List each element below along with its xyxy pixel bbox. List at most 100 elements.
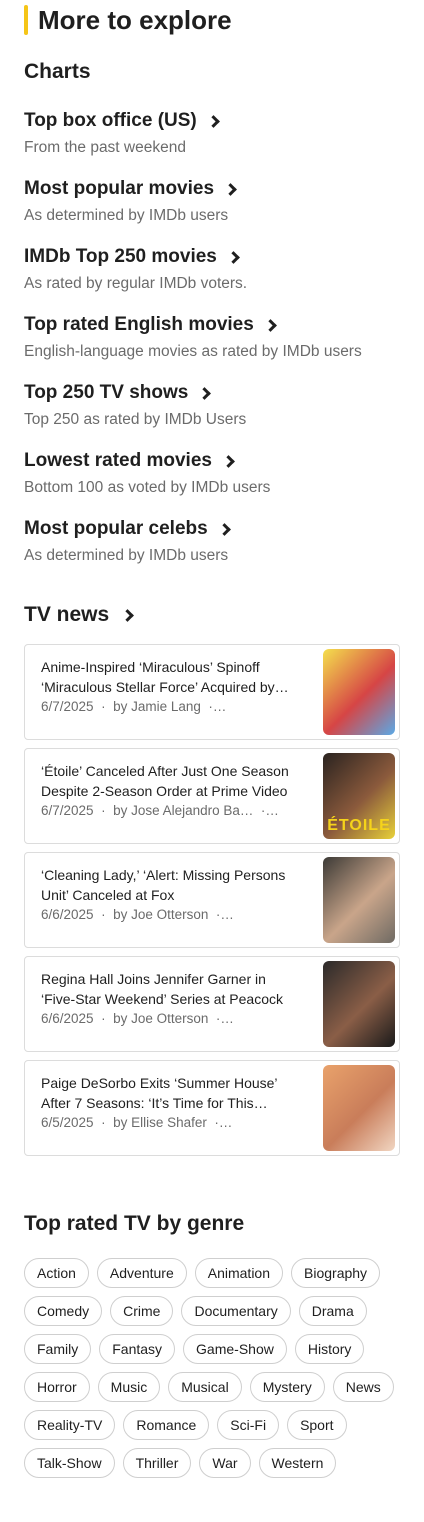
genre-chip[interactable]: Romance (123, 1410, 210, 1440)
genre-chip[interactable]: Animation (194, 1258, 284, 1288)
genre-chips: Action Adventure Animation Biography Comedy C… (24, 1258, 404, 1478)
chart-link[interactable]: Top 250 TV shows (24, 380, 404, 406)
chart-item: IMDb Top 250 movies As rated by regular I… (24, 244, 404, 312)
dot-separator: ·… (253, 803, 279, 818)
genre-heading: Top rated TV by genre (24, 1212, 245, 1235)
chart-item: Top rated English movies English-language… (24, 312, 404, 380)
chart-subtitle: English-language movies as rated by IMDb… (24, 343, 362, 360)
chart-item: Lowest rated movies Bottom 100 as voted b… (24, 448, 404, 516)
genre-chip[interactable]: War (199, 1448, 251, 1478)
genre-chip[interactable]: Reality-TV (24, 1410, 116, 1440)
genre-chip[interactable]: Talk-Show (24, 1448, 115, 1478)
news-card[interactable]: Paige DeSorbo Exits ‘Summer House’ After… (24, 1060, 400, 1156)
genre-chip[interactable]: Musical (168, 1372, 242, 1402)
genre-chip[interactable]: Action (24, 1258, 89, 1288)
dot-separator: ·… (206, 1115, 233, 1130)
genre-chip[interactable]: Documentary (181, 1296, 291, 1326)
news-text: Paige DeSorbo Exits ‘Summer House’ After… (41, 1073, 303, 1130)
chevron-right-icon (206, 114, 220, 128)
genre-chip[interactable]: Sport (287, 1410, 347, 1440)
chart-link[interactable]: Lowest rated movies (24, 448, 404, 474)
chart-title: IMDb Top 250 movies (24, 246, 217, 267)
news-date: 6/7/2025 (41, 699, 94, 714)
news-thumbnail (323, 961, 395, 1047)
chart-title: Lowest rated movies (24, 450, 212, 471)
dot-separator: · (93, 907, 114, 922)
genre-chip[interactable]: Music (97, 1372, 161, 1402)
chevron-right-icon (263, 318, 277, 332)
tv-news-heading: TV news (24, 603, 110, 626)
chevron-right-icon (224, 182, 237, 196)
genre-chip[interactable]: Game-Show (183, 1334, 287, 1364)
news-card[interactable]: Anime-Inspired ‘Miraculous’ Spinoff ‘Mir… (24, 644, 400, 740)
news-card[interactable]: Regina Hall Joins Jennifer Garner in ‘Fi… (24, 956, 400, 1052)
genre-chip[interactable]: Biography (291, 1258, 381, 1288)
news-headline: Paige DeSorbo Exits ‘Summer House’ After… (41, 1075, 278, 1111)
chart-subtitle: Top 250 as rated by IMDb Users (24, 411, 247, 428)
genre-chip[interactable]: Sci-Fi (217, 1410, 280, 1440)
genre-chip[interactable]: Comedy (24, 1296, 103, 1326)
news-author: by Joe Otterson (113, 907, 209, 922)
news-author: by Jamie Lang (113, 699, 201, 714)
chart-link[interactable]: Top box office (US) (24, 108, 404, 134)
tv-news-list: Anime-Inspired ‘Miraculous’ Spinoff ‘Mir… (24, 644, 400, 1164)
dot-separator: · (93, 699, 114, 714)
chart-item: Top box office (US) From the past weekend (24, 108, 404, 176)
news-thumbnail (323, 649, 395, 735)
genre-chip[interactable]: Western (258, 1448, 337, 1478)
genre-chip[interactable]: Crime (110, 1296, 174, 1326)
genre-chip[interactable]: Family (24, 1334, 92, 1364)
news-date: 6/6/2025 (41, 1011, 94, 1026)
genre-chip[interactable]: Mystery (249, 1372, 325, 1402)
news-author: by Joe Otterson (113, 1011, 209, 1026)
chevron-right-icon (226, 250, 240, 264)
news-headline: ‘Cleaning Lady,’ ‘Alert: Missing Persons… (41, 867, 286, 903)
genre-chip[interactable]: News (332, 1372, 394, 1402)
news-meta: 6/5/2025 · by Ellise Shafer ·… (41, 1115, 303, 1130)
chevron-right-icon (217, 522, 231, 536)
chart-link[interactable]: Most popular movies (24, 176, 404, 202)
chart-item: Top 250 TV shows Top 250 as rated by IMDb… (24, 380, 404, 448)
dot-separator: ·… (200, 699, 227, 714)
chart-title: Top rated English movies (24, 314, 254, 335)
dot-separator: ·… (208, 907, 234, 922)
news-thumbnail (323, 1065, 395, 1151)
news-thumbnail (323, 857, 395, 943)
genre-chip[interactable]: History (294, 1334, 365, 1364)
section-title: More to explore (38, 4, 232, 35)
chart-title: Most popular movies (24, 178, 215, 199)
news-card[interactable]: ‘Cleaning Lady,’ ‘Alert: Missing Persons… (24, 852, 400, 948)
genre-chip[interactable]: Drama (298, 1296, 367, 1326)
chart-subtitle: From the past weekend (24, 139, 186, 156)
news-meta: 6/7/2025 · by Jamie Lang ·… (41, 699, 303, 714)
news-headline: Regina Hall Joins Jennifer Garner in ‘Fi… (41, 971, 283, 1007)
chart-link[interactable]: Top rated English movies (24, 312, 404, 338)
news-text: ‘Cleaning Lady,’ ‘Alert: Missing Persons… (41, 865, 303, 922)
news-thumbnail: ÉTOILE (323, 753, 395, 839)
genre-chip[interactable]: Thriller (122, 1448, 192, 1478)
chart-title: Top 250 TV shows (24, 382, 189, 403)
dot-separator: ·… (208, 1011, 234, 1026)
charts-heading: Charts (24, 60, 91, 83)
chart-subtitle: As rated by regular IMDb voters. (24, 275, 248, 292)
dot-separator: · (93, 803, 114, 818)
tv-news-link[interactable]: TV news (24, 601, 135, 629)
thumbnail-title-text: ÉTOILE (327, 817, 391, 834)
more-to-explore-header: More to explore (24, 4, 232, 36)
genre-chip[interactable]: Adventure (96, 1258, 187, 1288)
genre-chip[interactable]: Fantasy (99, 1334, 176, 1364)
news-text: Anime-Inspired ‘Miraculous’ Spinoff ‘Mir… (41, 657, 303, 714)
chart-link[interactable]: Most popular celebs (24, 516, 404, 542)
news-card[interactable]: ‘Étoile’ Canceled After Just One Season … (24, 748, 400, 844)
news-headline: Anime-Inspired ‘Miraculous’ Spinoff ‘Mir… (41, 659, 289, 695)
chart-subtitle: As determined by IMDb users (24, 207, 229, 224)
news-author: by Ellise Shafer (113, 1115, 207, 1130)
news-meta: 6/6/2025 · by Joe Otterson ·… (41, 907, 303, 922)
chart-link[interactable]: IMDb Top 250 movies (24, 244, 404, 270)
news-text: Regina Hall Joins Jennifer Garner in ‘Fi… (41, 969, 303, 1026)
news-meta: 6/7/2025 · by Jose Alejandro Ba… ·… (41, 803, 303, 818)
news-text: ‘Étoile’ Canceled After Just One Season … (41, 761, 303, 818)
genre-chip[interactable]: Horror (24, 1372, 90, 1402)
news-date: 6/6/2025 (41, 907, 94, 922)
chart-title: Most popular celebs (24, 518, 208, 539)
